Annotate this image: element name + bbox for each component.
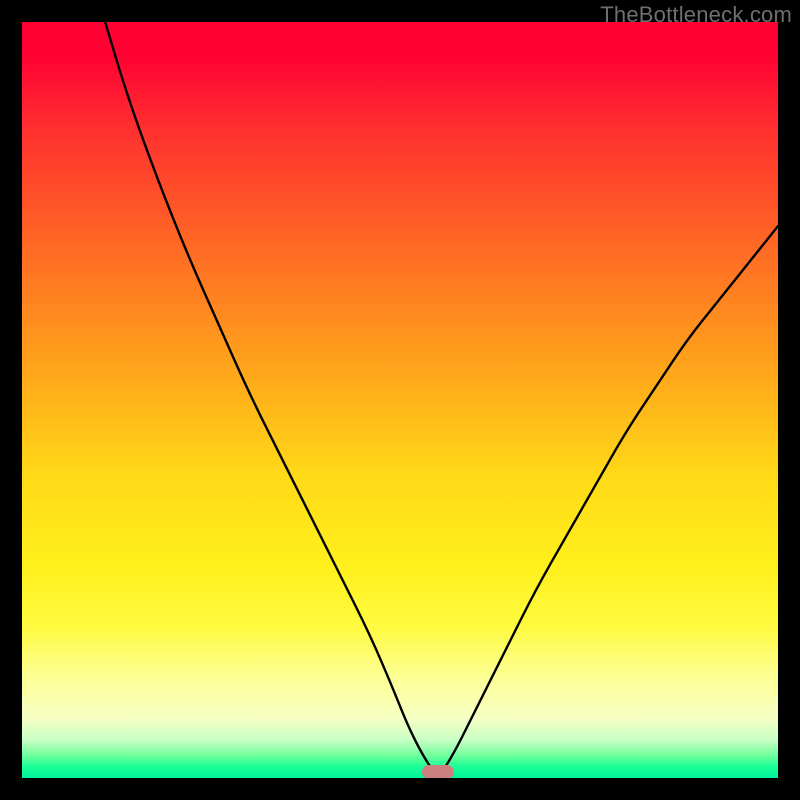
watermark-text: TheBottleneck.com: [600, 2, 792, 28]
bottleneck-curve: [105, 22, 778, 772]
curve-layer: [22, 22, 778, 778]
minimum-marker: [422, 765, 454, 778]
chart-frame: TheBottleneck.com: [0, 0, 800, 800]
plot-area: [22, 22, 778, 778]
